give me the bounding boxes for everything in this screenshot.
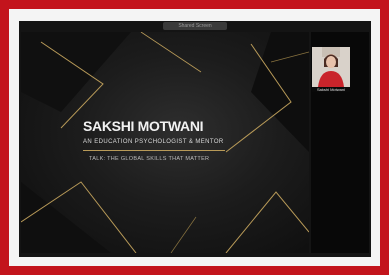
participant-video-tile[interactable] [312,47,350,87]
slide-divider [83,150,225,151]
meeting-window: Shared Screen SAKSHI MOTWANI AN EDUCATIO… [19,21,371,257]
window-canvas: Shared Screen SAKSHI MOTWANI AN EDUCATIO… [9,9,380,266]
screen-share-toolbar-label: Shared Screen [178,23,212,29]
slide-title: SAKSHI MOTWANI [83,118,204,134]
slide-caption: TALK: THE GLOBAL SKILLS THAT MATTER [89,156,210,162]
screen-share-toolbar[interactable]: Shared Screen [163,22,227,30]
user-video-thumbnail-icon [312,47,350,87]
slide-subtitle: AN EDUCATION PSYCHOLOGIST & MENTOR [83,139,224,145]
shared-slide: SAKSHI MOTWANI AN EDUCATION PSYCHOLOGIST… [21,32,309,253]
participant-name-label: Sakshi Motwani [312,87,350,92]
